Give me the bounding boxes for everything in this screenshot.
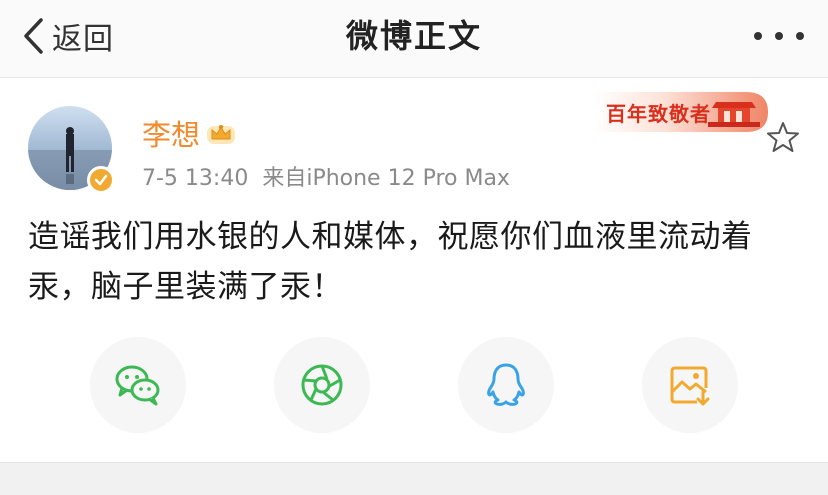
share-wechat-button[interactable] <box>90 337 186 433</box>
author-name[interactable]: 李想 <box>142 112 200 154</box>
share-bar <box>0 335 828 435</box>
share-moments-button[interactable] <box>274 337 370 433</box>
commemorative-badge[interactable]: 百年致敬者 <box>576 84 772 140</box>
qq-icon <box>487 363 525 406</box>
bottom-divider <box>0 462 828 495</box>
wechat-icon <box>115 365 160 406</box>
post-source: 来自iPhone 12 Pro Max <box>262 166 510 191</box>
more-dot-icon <box>796 32 804 40</box>
post-meta: 7-5 13:40 来自iPhone 12 Pro Max <box>142 160 510 192</box>
vip-crown-icon <box>207 125 235 144</box>
top-navigation-bar: 返回 微博正文 <box>0 0 828 78</box>
post-content: 造谣我们用水银的人和媒体，祝愿你们血液里流动着汞，脑子里装满了汞！ <box>28 219 753 305</box>
save-image-button[interactable] <box>642 337 738 433</box>
save-image-icon <box>670 366 710 406</box>
more-dot-icon <box>754 32 762 40</box>
verified-badge-icon <box>87 166 115 194</box>
page-title: 微博正文 <box>345 17 482 55</box>
more-dot-icon <box>775 32 783 40</box>
share-qq-button[interactable] <box>458 337 554 433</box>
favorite-star-icon[interactable] <box>766 120 800 154</box>
post-timestamp: 7-5 13:40 <box>142 166 249 191</box>
moments-icon <box>301 364 343 406</box>
more-options-button[interactable] <box>754 24 804 48</box>
badge-label: 百年致敬者 <box>606 102 711 126</box>
